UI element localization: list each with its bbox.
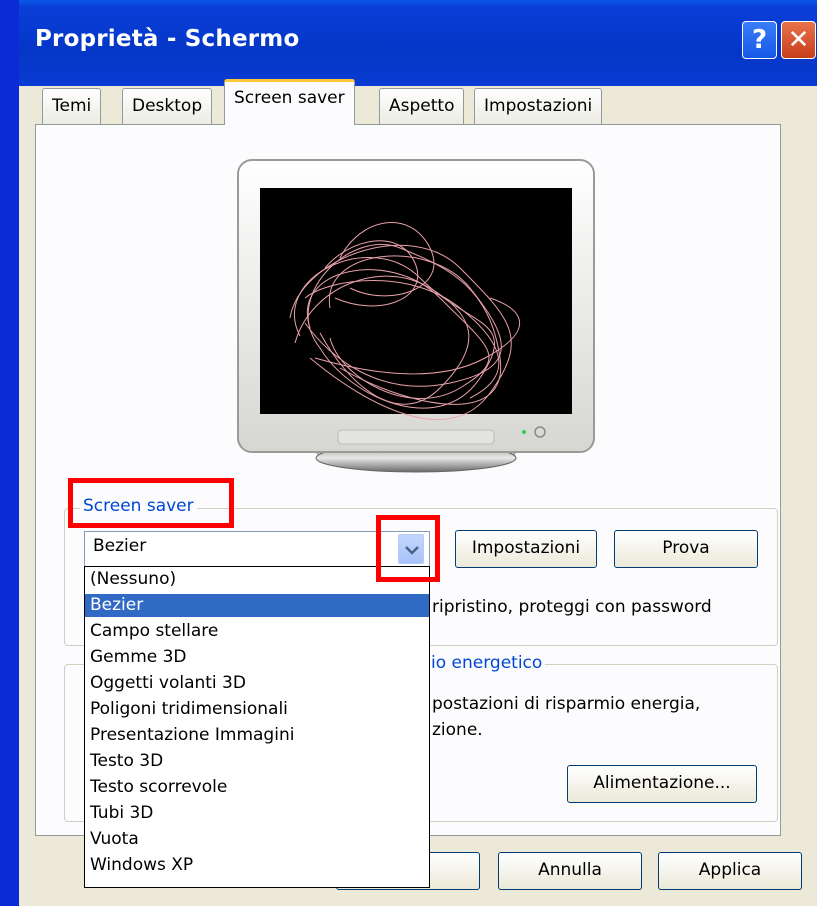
power-group-label: io energetico	[428, 653, 546, 673]
help-button[interactable]: ?	[742, 21, 777, 59]
dropdown-option[interactable]: Windows XP	[85, 854, 429, 877]
monitor-preview	[237, 159, 595, 473]
apply-button[interactable]: Applica	[658, 852, 802, 890]
dropdown-option[interactable]: Gemme 3D	[85, 646, 429, 669]
screensaver-dropdown-list: (Nessuno) Bezier Campo stellare Gemme 3D…	[84, 566, 430, 888]
tab-temi[interactable]: Temi	[42, 88, 102, 124]
tab-impostazioni[interactable]: Impostazioni	[474, 88, 603, 124]
preview-button[interactable]: Prova	[614, 530, 758, 568]
screensaver-select-value: Bezier	[93, 536, 147, 556]
power-text-line1: postazioni di risparmio energia,	[432, 694, 701, 714]
tab-desktop[interactable]: Desktop	[122, 88, 213, 124]
left-window-edge	[0, 0, 19, 906]
resume-password-label: ripristino, proteggi con password	[432, 597, 712, 617]
tab-aspetto[interactable]: Aspetto	[379, 88, 465, 124]
annotation-highlight-label	[68, 478, 234, 528]
dropdown-option[interactable]: Testo scorrevole	[85, 776, 429, 799]
power-button[interactable]: Alimentazione...	[567, 765, 757, 803]
settings-button[interactable]: Impostazioni	[455, 530, 597, 568]
dropdown-option[interactable]: Campo stellare	[85, 620, 429, 643]
dropdown-option[interactable]: Tubi 3D	[85, 802, 429, 825]
dropdown-option-selected[interactable]: Bezier	[85, 594, 429, 617]
power-text-line2: zione.	[432, 720, 483, 740]
dropdown-option[interactable]: Poligoni tridimensionali	[85, 698, 429, 721]
close-button[interactable]: ✕	[781, 21, 816, 59]
window-title: Proprietà - Schermo	[35, 26, 300, 52]
cancel-button[interactable]: Annulla	[498, 852, 642, 890]
tab-screen-saver[interactable]: Screen saver	[224, 79, 355, 125]
dropdown-option[interactable]: Oggetti volanti 3D	[85, 672, 429, 695]
dropdown-option[interactable]: Testo 3D	[85, 750, 429, 773]
dropdown-option[interactable]: Presentazione Immagini	[85, 724, 429, 747]
annotation-highlight-arrow	[376, 515, 440, 582]
dropdown-option[interactable]: Vuota	[85, 828, 429, 851]
